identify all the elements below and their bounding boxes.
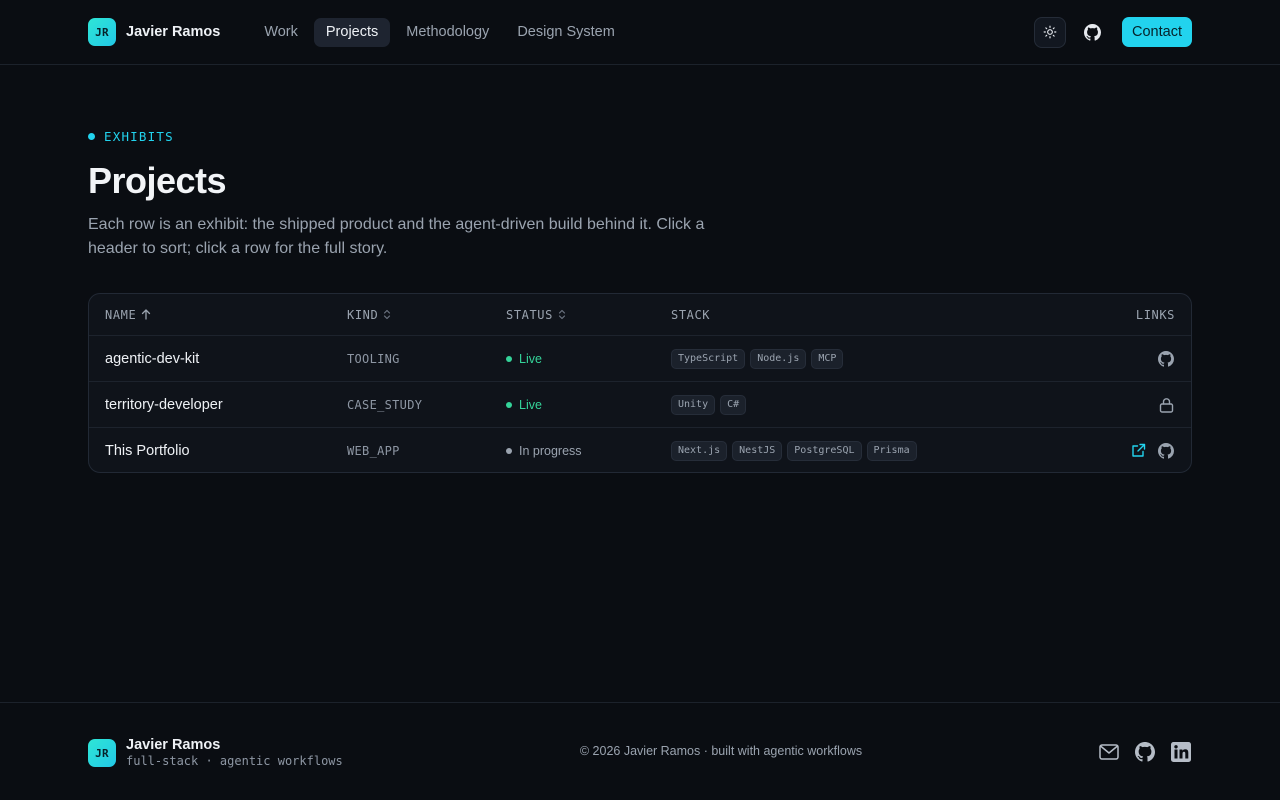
project-kind: TOOLING (347, 351, 400, 366)
status-label: In progress (519, 443, 582, 458)
linkedin-icon (1171, 742, 1191, 762)
lock-icon (1159, 397, 1173, 413)
table-row[interactable]: agentic-dev-kit TOOLING Live TypeScript … (89, 335, 1191, 381)
sort-unsorted-icon (384, 309, 391, 320)
stack-tag: PostgreSQL (787, 440, 862, 461)
project-kind: CASE_STUDY (347, 397, 423, 412)
stack-tag: NestJS (732, 440, 783, 461)
page-title: Projects (88, 160, 227, 201)
stack-tag: MCP (811, 348, 844, 369)
github-icon (1135, 742, 1155, 762)
project-kind: WEB_APP (347, 443, 400, 458)
project-links (1129, 428, 1175, 472)
main-nav: Work Projects Methodology Design System (252, 17, 627, 47)
linkedin-link[interactable] (1170, 741, 1192, 763)
stack-tags: Unity C# (671, 382, 747, 427)
project-links (1157, 382, 1175, 427)
github-icon (1158, 350, 1174, 367)
project-name: This Portfolio (105, 442, 190, 459)
table-row[interactable]: This Portfolio WEB_APP In progress Next.… (89, 427, 1191, 472)
status-badge: In progress (506, 444, 582, 458)
brand-logo: JR (88, 18, 116, 46)
sun-icon (1043, 25, 1057, 39)
footer-socials (1098, 741, 1192, 763)
column-header-stack: STACK (671, 294, 710, 335)
section-eyebrow: EXHIBITS (88, 129, 174, 144)
github-icon (1083, 23, 1101, 41)
email-link[interactable] (1098, 741, 1120, 763)
site-footer: JR Javier Ramos full-stack · agentic wor… (0, 702, 1280, 800)
column-header-label: STATUS (506, 307, 553, 322)
repo-link[interactable] (1157, 442, 1175, 460)
project-name: agentic-dev-kit (105, 350, 200, 367)
status-label: Live (519, 351, 542, 366)
table-header-row: NAME KIND STATUS STACK LINKS (89, 294, 1191, 335)
nav-item-methodology[interactable]: Methodology (394, 18, 501, 47)
status-badge: Live (506, 398, 542, 412)
brand-name: Javier Ramos (126, 24, 221, 40)
contact-button[interactable]: Contact (1122, 17, 1192, 47)
external-link-icon (1131, 443, 1145, 457)
nav-item-projects[interactable]: Projects (313, 17, 391, 47)
brand-home-link[interactable]: JR Javier Ramos (88, 18, 220, 46)
github-icon (1158, 442, 1174, 459)
repo-link[interactable] (1157, 350, 1175, 368)
stack-tag: TypeScript (671, 348, 746, 369)
header-actions: Contact (1034, 16, 1192, 48)
status-dot (506, 447, 512, 454)
theme-toggle-button[interactable] (1034, 16, 1067, 48)
stack-tag: Next.js (671, 440, 728, 461)
column-header-label: NAME (105, 307, 137, 322)
project-name: territory-developer (105, 396, 223, 413)
table-row[interactable]: territory-developer CASE_STUDY Live Unit… (89, 381, 1191, 427)
eyebrow-label: EXHIBITS (104, 129, 174, 144)
nav-item-design-system[interactable]: Design System (505, 18, 627, 47)
eyebrow-dot (88, 133, 95, 140)
column-header-label: KIND (347, 307, 379, 322)
column-header-name[interactable]: NAME (105, 294, 151, 335)
page-subtitle: Each row is an exhibit: the shipped prod… (88, 216, 705, 257)
stack-tag: Prisma (866, 440, 917, 461)
stack-tag: C# (720, 394, 747, 415)
sort-unsorted-icon (558, 309, 566, 320)
column-header-label: LINKS (1135, 307, 1175, 322)
copyright-text: © 2026 Javier Ramos · built with agentic… (579, 744, 863, 758)
projects-table: NAME KIND STATUS STACK LINKS agentic-dev… (88, 293, 1192, 473)
stack-tags: Next.js NestJS PostgreSQL Prisma (671, 428, 917, 472)
github-link[interactable] (1076, 17, 1108, 48)
footer-github-link[interactable] (1134, 741, 1156, 763)
stack-tags: TypeScript Node.js MCP (671, 336, 844, 381)
nav-item-work[interactable]: Work (252, 18, 310, 47)
status-dot (506, 355, 512, 362)
top-navigation: JR Javier Ramos Work Projects Methodolog… (0, 0, 1280, 65)
column-header-label: STACK (671, 307, 711, 322)
project-links (1157, 336, 1175, 381)
sort-ascending-icon (142, 309, 151, 320)
column-header-links: LINKS (1136, 294, 1175, 335)
column-header-status[interactable]: STATUS (506, 294, 566, 335)
mail-icon (1099, 744, 1119, 760)
status-badge: Live (506, 352, 542, 366)
private-indicator (1157, 396, 1175, 414)
live-site-link[interactable] (1129, 442, 1147, 460)
status-label: Live (519, 397, 542, 412)
status-dot (506, 401, 512, 408)
stack-tag: Node.js (750, 348, 807, 369)
stack-tag: Unity (671, 394, 716, 415)
column-header-kind[interactable]: KIND (347, 294, 391, 335)
